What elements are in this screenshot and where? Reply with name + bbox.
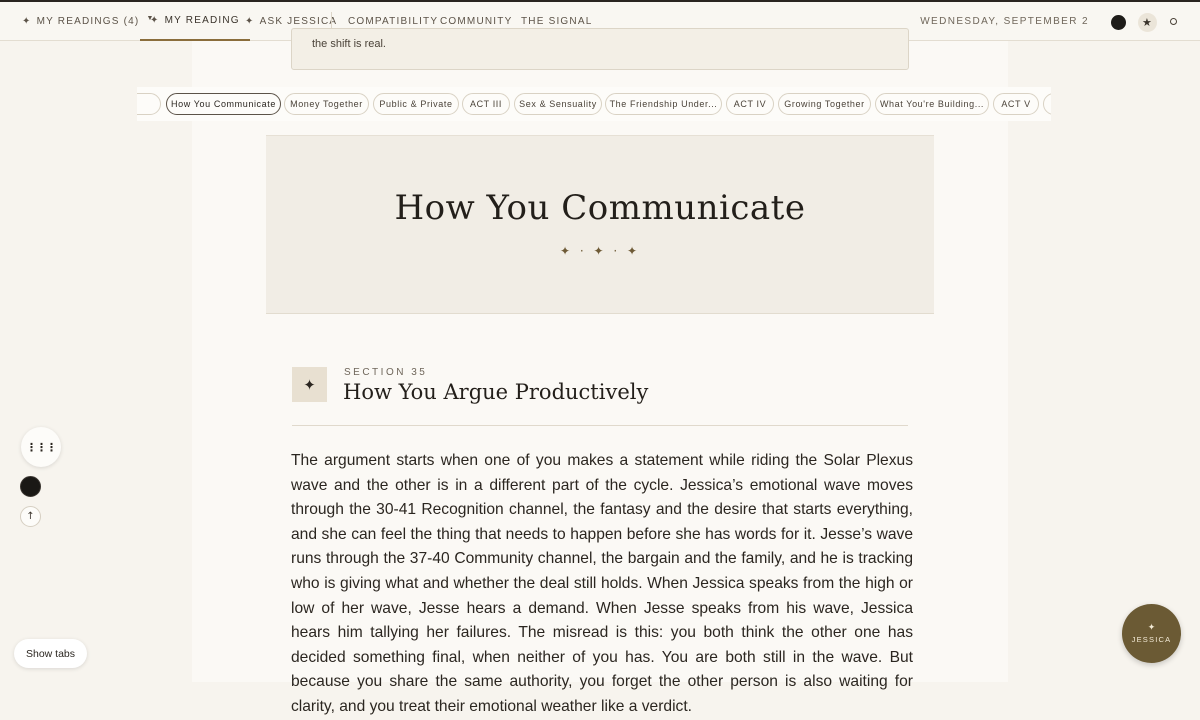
show-tabs-button[interactable]: Show tabs: [14, 639, 87, 668]
scroll-top-button[interactable]: ↑: [20, 506, 41, 527]
ornament-icon: ✦ · ✦ · ✦: [559, 244, 641, 258]
dots-icon: ⋮⋮⋮: [26, 440, 57, 454]
section-star-icon: ✦: [292, 367, 327, 402]
section-title: How You Argue Productively: [343, 380, 649, 404]
nav-my-readings[interactable]: ✦ MY READINGS (4) ▼: [22, 2, 155, 41]
tab-growing-together[interactable]: Growing Together: [778, 93, 871, 115]
jessica-label: JESSICA: [1131, 635, 1172, 644]
section-tabs: How You Communicate Money Together Publi…: [137, 87, 1051, 121]
nav-the-signal-label: THE SIGNAL: [521, 16, 593, 27]
section-number: SECTION 35: [344, 367, 428, 378]
chapter-title: How You Communicate: [394, 188, 806, 228]
current-date: WEDNESDAY, SEPTEMBER 2: [920, 16, 1089, 27]
star-icon: ✦: [22, 16, 32, 27]
star-icon: ✦: [245, 16, 255, 27]
tab-how-you-communicate[interactable]: How You Communicate: [166, 93, 281, 115]
tab-friendship-under[interactable]: The Friendship Under...: [605, 93, 722, 115]
nav-my-readings-label: MY READINGS (4): [36, 16, 140, 27]
theme-toggle-dark[interactable]: [1111, 15, 1126, 30]
settings-icon[interactable]: [1170, 18, 1177, 25]
more-options-button[interactable]: ⋮⋮⋮: [21, 427, 61, 467]
dark-mode-toggle[interactable]: [20, 476, 41, 497]
section-body: The argument starts when one of you make…: [291, 452, 913, 715]
tab-sex-sensuality[interactable]: Sex & Sensuality: [514, 93, 602, 115]
favorites-button[interactable]: ★: [1138, 13, 1157, 32]
tab-previous[interactable]: [137, 93, 161, 115]
tab-act-v[interactable]: ACT V: [993, 93, 1039, 115]
callout-box: the shift is real.: [291, 28, 909, 70]
arrow-up-icon: ↑: [26, 511, 35, 522]
ask-jessica-button[interactable]: ✦ JESSICA: [1122, 604, 1181, 663]
tab-what-youre-building[interactable]: What You're Building...: [875, 93, 989, 115]
tab-act-iv[interactable]: ACT IV: [726, 93, 774, 115]
star-icon: ★: [1141, 17, 1154, 29]
nav-compatibility-label: COMPATIBILITY: [348, 16, 439, 27]
tab-money-together[interactable]: Money Together: [284, 93, 369, 115]
nav-my-reading-label: MY READING: [164, 15, 240, 26]
tab-public-private[interactable]: Public & Private: [373, 93, 459, 115]
star-icon: ✦: [150, 15, 160, 26]
section-divider: [292, 425, 908, 426]
star-icon: ✦: [1147, 623, 1156, 633]
chapter-header: How You Communicate ✦ · ✦ · ✦: [266, 135, 934, 314]
nav-my-reading[interactable]: ✦ MY READING: [140, 2, 250, 41]
nav-community-label: COMMUNITY: [440, 16, 513, 27]
tab-act-iii[interactable]: ACT III: [462, 93, 510, 115]
nav-ask-jessica-label: ASK JESSICA: [259, 16, 338, 27]
callout-text: the shift is real.: [312, 38, 386, 50]
tab-next[interactable]: [1043, 93, 1051, 115]
